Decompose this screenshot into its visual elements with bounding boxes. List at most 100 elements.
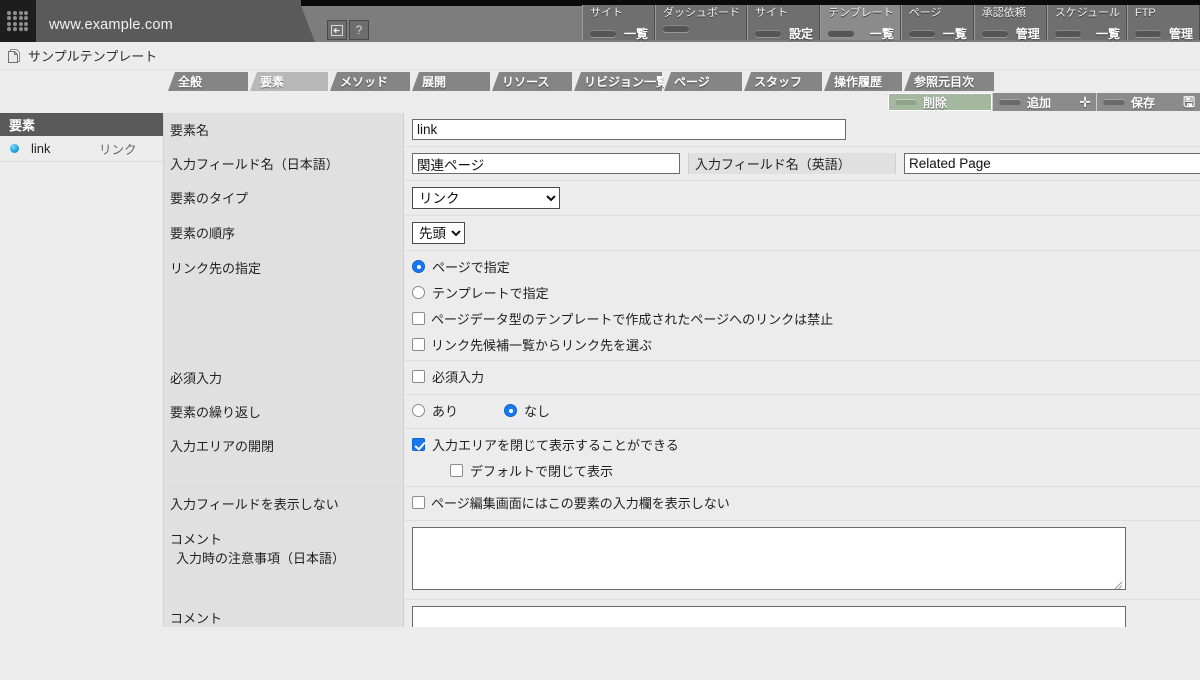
element-settings-form: 要素名 入力フィールド名（日本語） 入力フィールド名（英語） 要素のタイプ: [164, 113, 1200, 627]
page-title: サンプルテンプレート: [28, 46, 157, 65]
row-link-target: リンク先の指定 ページで指定 テンプレートで指定 ページデータ型のテンプレートで…: [164, 251, 1200, 361]
radio-icon[interactable]: [412, 260, 425, 273]
checkbox-icon[interactable]: [412, 496, 425, 509]
nav-item-page-list[interactable]: ページ 一覧: [901, 5, 974, 40]
checkbox-icon[interactable]: [412, 370, 425, 383]
tab-elements[interactable]: 要素: [250, 72, 328, 91]
help-icon[interactable]: ?: [349, 20, 369, 40]
checkbox-icon[interactable]: [412, 438, 425, 451]
nav-title: ダッシュボード: [663, 7, 740, 20]
radio-label: あり: [432, 401, 458, 420]
comment-ja-title: コメント: [170, 532, 222, 547]
radio-icon[interactable]: [412, 286, 425, 299]
nav-subtitle: 一覧: [624, 25, 648, 42]
tab-page[interactable]: ページ: [664, 72, 742, 91]
tab-resource[interactable]: リソース: [492, 72, 572, 91]
row-field-name: 入力フィールド名（日本語） 入力フィールド名（英語）: [164, 147, 1200, 181]
nav-item-schedule[interactable]: スケジュール 一覧: [1047, 5, 1127, 40]
tab-label: 要素: [250, 73, 292, 90]
label-element-order: 要素の順序: [164, 216, 404, 250]
nav-dash-icon: [909, 30, 935, 37]
tab-label: 操作履歴: [824, 73, 890, 90]
element-type-select[interactable]: リンク: [412, 187, 560, 209]
radio-link-by-template[interactable]: テンプレートで指定: [412, 283, 1200, 302]
radio-repeat-yes[interactable]: あり: [412, 401, 458, 420]
tab-label: スタッフ: [744, 73, 810, 90]
label-comment-ja: コメント 入力時の注意事項（日本語）: [164, 521, 404, 599]
sidebar-header: 要素: [0, 113, 163, 136]
tab-label: リビジョン一覧: [574, 73, 676, 90]
tab-staff[interactable]: スタッフ: [744, 72, 822, 91]
nav-subtitle: 一覧: [943, 25, 967, 42]
sidebar-item-type: リンク: [99, 139, 137, 158]
checkbox-label: 必須入力: [432, 367, 484, 386]
nav-item-dashboard[interactable]: ダッシュボード: [655, 5, 747, 40]
tab-label: ページ: [664, 73, 718, 90]
checkbox-forbid-pagedata-link[interactable]: ページデータ型のテンプレートで作成されたページへのリンクは禁止: [412, 309, 1200, 328]
radio-icon[interactable]: [504, 404, 517, 417]
nav-dash-icon: [982, 30, 1008, 37]
delete-button[interactable]: 削除: [888, 93, 992, 111]
label-required: 必須入力: [164, 361, 404, 394]
label-collapse-area: 入力エリアの開閉: [164, 429, 404, 486]
radio-link-by-page[interactable]: ページで指定: [412, 257, 1200, 276]
tab-operation-history[interactable]: 操作履歴: [824, 72, 902, 91]
label-field-name-ja: 入力フィールド名（日本語）: [164, 147, 404, 180]
save-button[interactable]: 保存 🖫: [1096, 93, 1200, 111]
checkbox-can-collapse[interactable]: 入力エリアを閉じて表示することができる: [412, 435, 1200, 454]
template-document-icon: [7, 48, 22, 64]
radio-label: テンプレートで指定: [432, 283, 549, 302]
nav-item-site-list[interactable]: サイト 一覧: [582, 5, 655, 40]
label-field-name-en: 入力フィールド名（英語）: [688, 153, 896, 174]
checkbox-required[interactable]: 必須入力: [412, 367, 484, 386]
nav-item-template-list[interactable]: テンプレート 一覧: [820, 5, 901, 40]
tab-revision-list[interactable]: リビジョン一覧: [574, 72, 662, 91]
tab-label: リソース: [492, 73, 557, 90]
comment-ja-textarea[interactable]: [412, 527, 1126, 590]
sidebar-item-link[interactable]: link リンク: [0, 136, 163, 162]
label-link-target: リンク先の指定: [164, 251, 404, 360]
nav-dash-icon: [590, 30, 616, 37]
row-element-type: 要素のタイプ リンク: [164, 181, 1200, 216]
tab-label: メソッド: [330, 73, 396, 90]
checkbox-icon[interactable]: [412, 312, 425, 325]
comment-en-textarea[interactable]: [412, 606, 1126, 627]
global-nav: サイト 一覧 ダッシュボード サイト 設定 テンプレート 一覧 ページ 一覧 承…: [582, 0, 1200, 47]
row-element-order: 要素の順序 先頭: [164, 216, 1200, 251]
plus-icon: ✛: [1079, 95, 1091, 109]
nav-dash-icon: [1055, 30, 1081, 37]
add-button[interactable]: 追加 ✛: [992, 93, 1096, 111]
tab-strip: 全般 要素 メソッド 展開 リソース リビジョン一覧 ページ スタッフ 操作履歴…: [0, 70, 1200, 91]
nav-item-approval-request[interactable]: 承認依頼 管理: [974, 5, 1047, 40]
url-display: www.example.com: [36, 0, 301, 42]
checkbox-label: デフォルトで閉じて表示: [470, 461, 613, 480]
checkbox-choose-from-candidates[interactable]: リンク先候補一覧からリンク先を選ぶ: [412, 335, 1200, 354]
help-glyph: ?: [356, 24, 363, 36]
logout-icon[interactable]: [327, 20, 347, 40]
tab-reference-index[interactable]: 参照元目次: [904, 72, 994, 91]
selected-bullet-icon: [10, 144, 19, 153]
nav-item-site-settings[interactable]: サイト 設定: [747, 5, 820, 40]
field-name-en-input[interactable]: [904, 153, 1200, 174]
grid-logo-icon: [7, 11, 29, 31]
nav-title: サイト: [755, 7, 813, 20]
checkbox-hide-field[interactable]: ページ編集画面にはこの要素の入力欄を表示しない: [412, 493, 730, 512]
checkbox-icon[interactable]: [450, 464, 463, 477]
element-name-input[interactable]: [412, 119, 846, 140]
radio-icon[interactable]: [412, 404, 425, 417]
field-name-ja-input[interactable]: [412, 153, 680, 174]
nav-item-ftp[interactable]: FTP 管理: [1127, 5, 1200, 40]
tab-method[interactable]: メソッド: [330, 72, 410, 91]
element-order-select[interactable]: 先頭: [412, 222, 465, 244]
nav-subtitle: 一覧: [1096, 25, 1120, 42]
checkbox-icon[interactable]: [412, 338, 425, 351]
tab-deploy[interactable]: 展開: [412, 72, 490, 91]
tab-label: 参照元目次: [904, 73, 982, 90]
tab-general[interactable]: 全般: [168, 72, 248, 91]
tab-label: 展開: [412, 73, 454, 90]
sidebar-item-name: link: [31, 141, 99, 156]
nav-title: スケジュール: [1055, 7, 1120, 20]
radio-repeat-no[interactable]: なし: [504, 401, 550, 420]
checkbox-collapsed-by-default[interactable]: デフォルトで閉じて表示: [412, 461, 1200, 480]
app-logo[interactable]: [0, 0, 36, 42]
